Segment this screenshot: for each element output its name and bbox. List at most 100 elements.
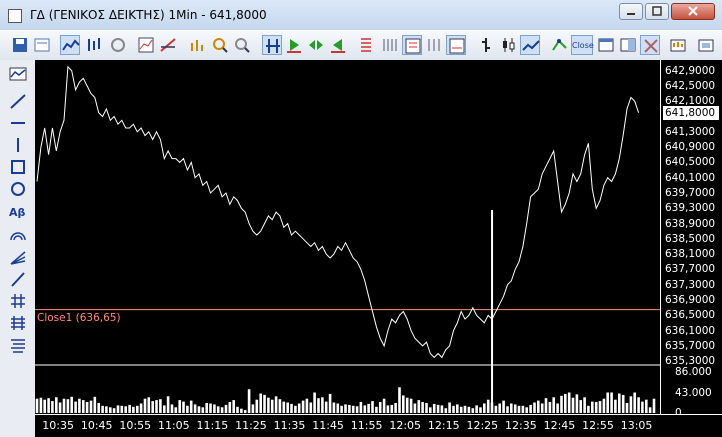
fan-tool[interactable]: [8, 248, 28, 266]
volume-bar: [494, 405, 498, 413]
volume-bar: [479, 407, 482, 413]
volume-bar: [583, 397, 586, 413]
time-tick-label: 10:55: [119, 419, 152, 432]
close-style-button[interactable]: Close: [571, 35, 594, 55]
arc-tool[interactable]: [8, 226, 28, 244]
period-icon: [405, 38, 421, 54]
price-axis: 642,9000642,5000642,1000641,8000641,3000…: [660, 60, 722, 419]
chart-type-button[interactable]: [136, 35, 156, 55]
horizontal-line-tool[interactable]: [8, 114, 28, 132]
volume-bar: [513, 404, 517, 413]
channel-tool[interactable]: [8, 292, 28, 310]
zoom-out-icon: [235, 38, 250, 53]
list-button[interactable]: [356, 35, 376, 55]
properties-icon: [34, 38, 50, 52]
end-button[interactable]: [328, 35, 348, 55]
candles-button[interactable]: [498, 35, 518, 55]
ohlc-chart-button[interactable]: [84, 35, 104, 55]
volume-bar: [614, 399, 617, 413]
volume-bar: [193, 404, 197, 413]
ohlc-style-button[interactable]: [476, 35, 496, 55]
volume-bar: [483, 403, 486, 413]
draw-button[interactable]: [158, 35, 178, 55]
volume-bar: [274, 396, 278, 413]
price-tick-label: 637,3000: [665, 278, 716, 291]
volume-bar: [456, 404, 459, 413]
line-style-button[interactable]: [520, 35, 540, 55]
price-tick-label: 638,9000: [665, 217, 716, 230]
tick-button[interactable]: [380, 35, 400, 55]
ray-tool[interactable]: [8, 270, 28, 288]
volume-bar: [467, 406, 471, 413]
minimize-button[interactable]: [619, 3, 643, 20]
refresh-button[interactable]: [108, 35, 128, 55]
arc-icon: [10, 232, 26, 241]
volume-bar: [78, 398, 81, 413]
ellipse-tool[interactable]: [8, 180, 28, 198]
volume-bar: [637, 397, 640, 413]
maximize-button[interactable]: [645, 3, 669, 20]
price-tick-label: 638,1000: [665, 248, 716, 261]
bars-button[interactable]: [424, 35, 444, 55]
volume-bar: [648, 407, 652, 413]
volume-bar: [205, 403, 208, 413]
volume-bar: [367, 403, 370, 413]
time-tick-label: 11:55: [350, 419, 383, 432]
save-button[interactable]: [10, 35, 30, 55]
layout-icon: [620, 38, 636, 52]
line-chart-button[interactable]: [60, 35, 80, 55]
rectangle-tool[interactable]: [8, 158, 28, 176]
volume-bar: [594, 402, 598, 413]
volume-bar: [294, 405, 297, 413]
settings-button[interactable]: [696, 35, 716, 55]
chart-style-tool[interactable]: [8, 65, 28, 83]
volume-bar: [147, 397, 151, 413]
trendline-tool[interactable]: [8, 92, 28, 110]
volume-tick-label: 43.000: [675, 386, 712, 399]
volume-bar: [652, 398, 656, 413]
interval-button[interactable]: [446, 35, 466, 55]
grid-tool[interactable]: [8, 314, 28, 332]
ohlc-icon: [482, 38, 490, 52]
svg-text:Aβ: Aβ: [9, 206, 26, 219]
volume-bar: [309, 402, 313, 413]
zoom-in-button[interactable]: [210, 35, 230, 55]
ellipse-icon: [11, 182, 25, 196]
volume-bar: [82, 400, 85, 413]
volume-bar: [548, 402, 552, 413]
volume-bar: [336, 403, 340, 413]
fibonacci-tool[interactable]: [8, 336, 28, 354]
tools-icon: [644, 39, 658, 53]
play-icon: [287, 39, 301, 53]
main-toolbar: Close: [0, 30, 722, 61]
time-tick-label: 11:05: [157, 419, 190, 432]
period-button[interactable]: [402, 35, 422, 55]
volume-bar: [39, 397, 43, 413]
text-tool[interactable]: Aβ: [8, 202, 28, 220]
interval-icon: [449, 38, 465, 54]
layout-button[interactable]: [618, 35, 638, 55]
connect-button[interactable]: [550, 35, 570, 55]
close-button[interactable]: [671, 3, 715, 20]
fibonacci-icon: [11, 339, 25, 353]
play-button[interactable]: [284, 35, 304, 55]
price-chart[interactable]: Close1 (636,65): [35, 60, 660, 414]
time-tick-label: 10:35: [42, 419, 74, 432]
draw-icon: [160, 38, 176, 52]
scale-button[interactable]: [262, 35, 282, 55]
window-button[interactable]: [596, 35, 616, 55]
zoom-out-button[interactable]: [232, 35, 252, 55]
indicator-button[interactable]: [188, 35, 208, 55]
step-button[interactable]: [306, 35, 326, 55]
export-button[interactable]: [668, 35, 688, 55]
volume-bar: [305, 398, 309, 413]
properties-button[interactable]: [32, 35, 52, 55]
tools-button[interactable]: [640, 35, 660, 55]
volume-bar: [51, 401, 54, 413]
volume-bar: [498, 403, 501, 413]
volume-bar: [151, 401, 154, 413]
app-icon: [8, 9, 22, 23]
volume-bar: [328, 393, 332, 413]
volume-bar: [556, 403, 559, 413]
vertical-line-tool[interactable]: [8, 136, 28, 154]
